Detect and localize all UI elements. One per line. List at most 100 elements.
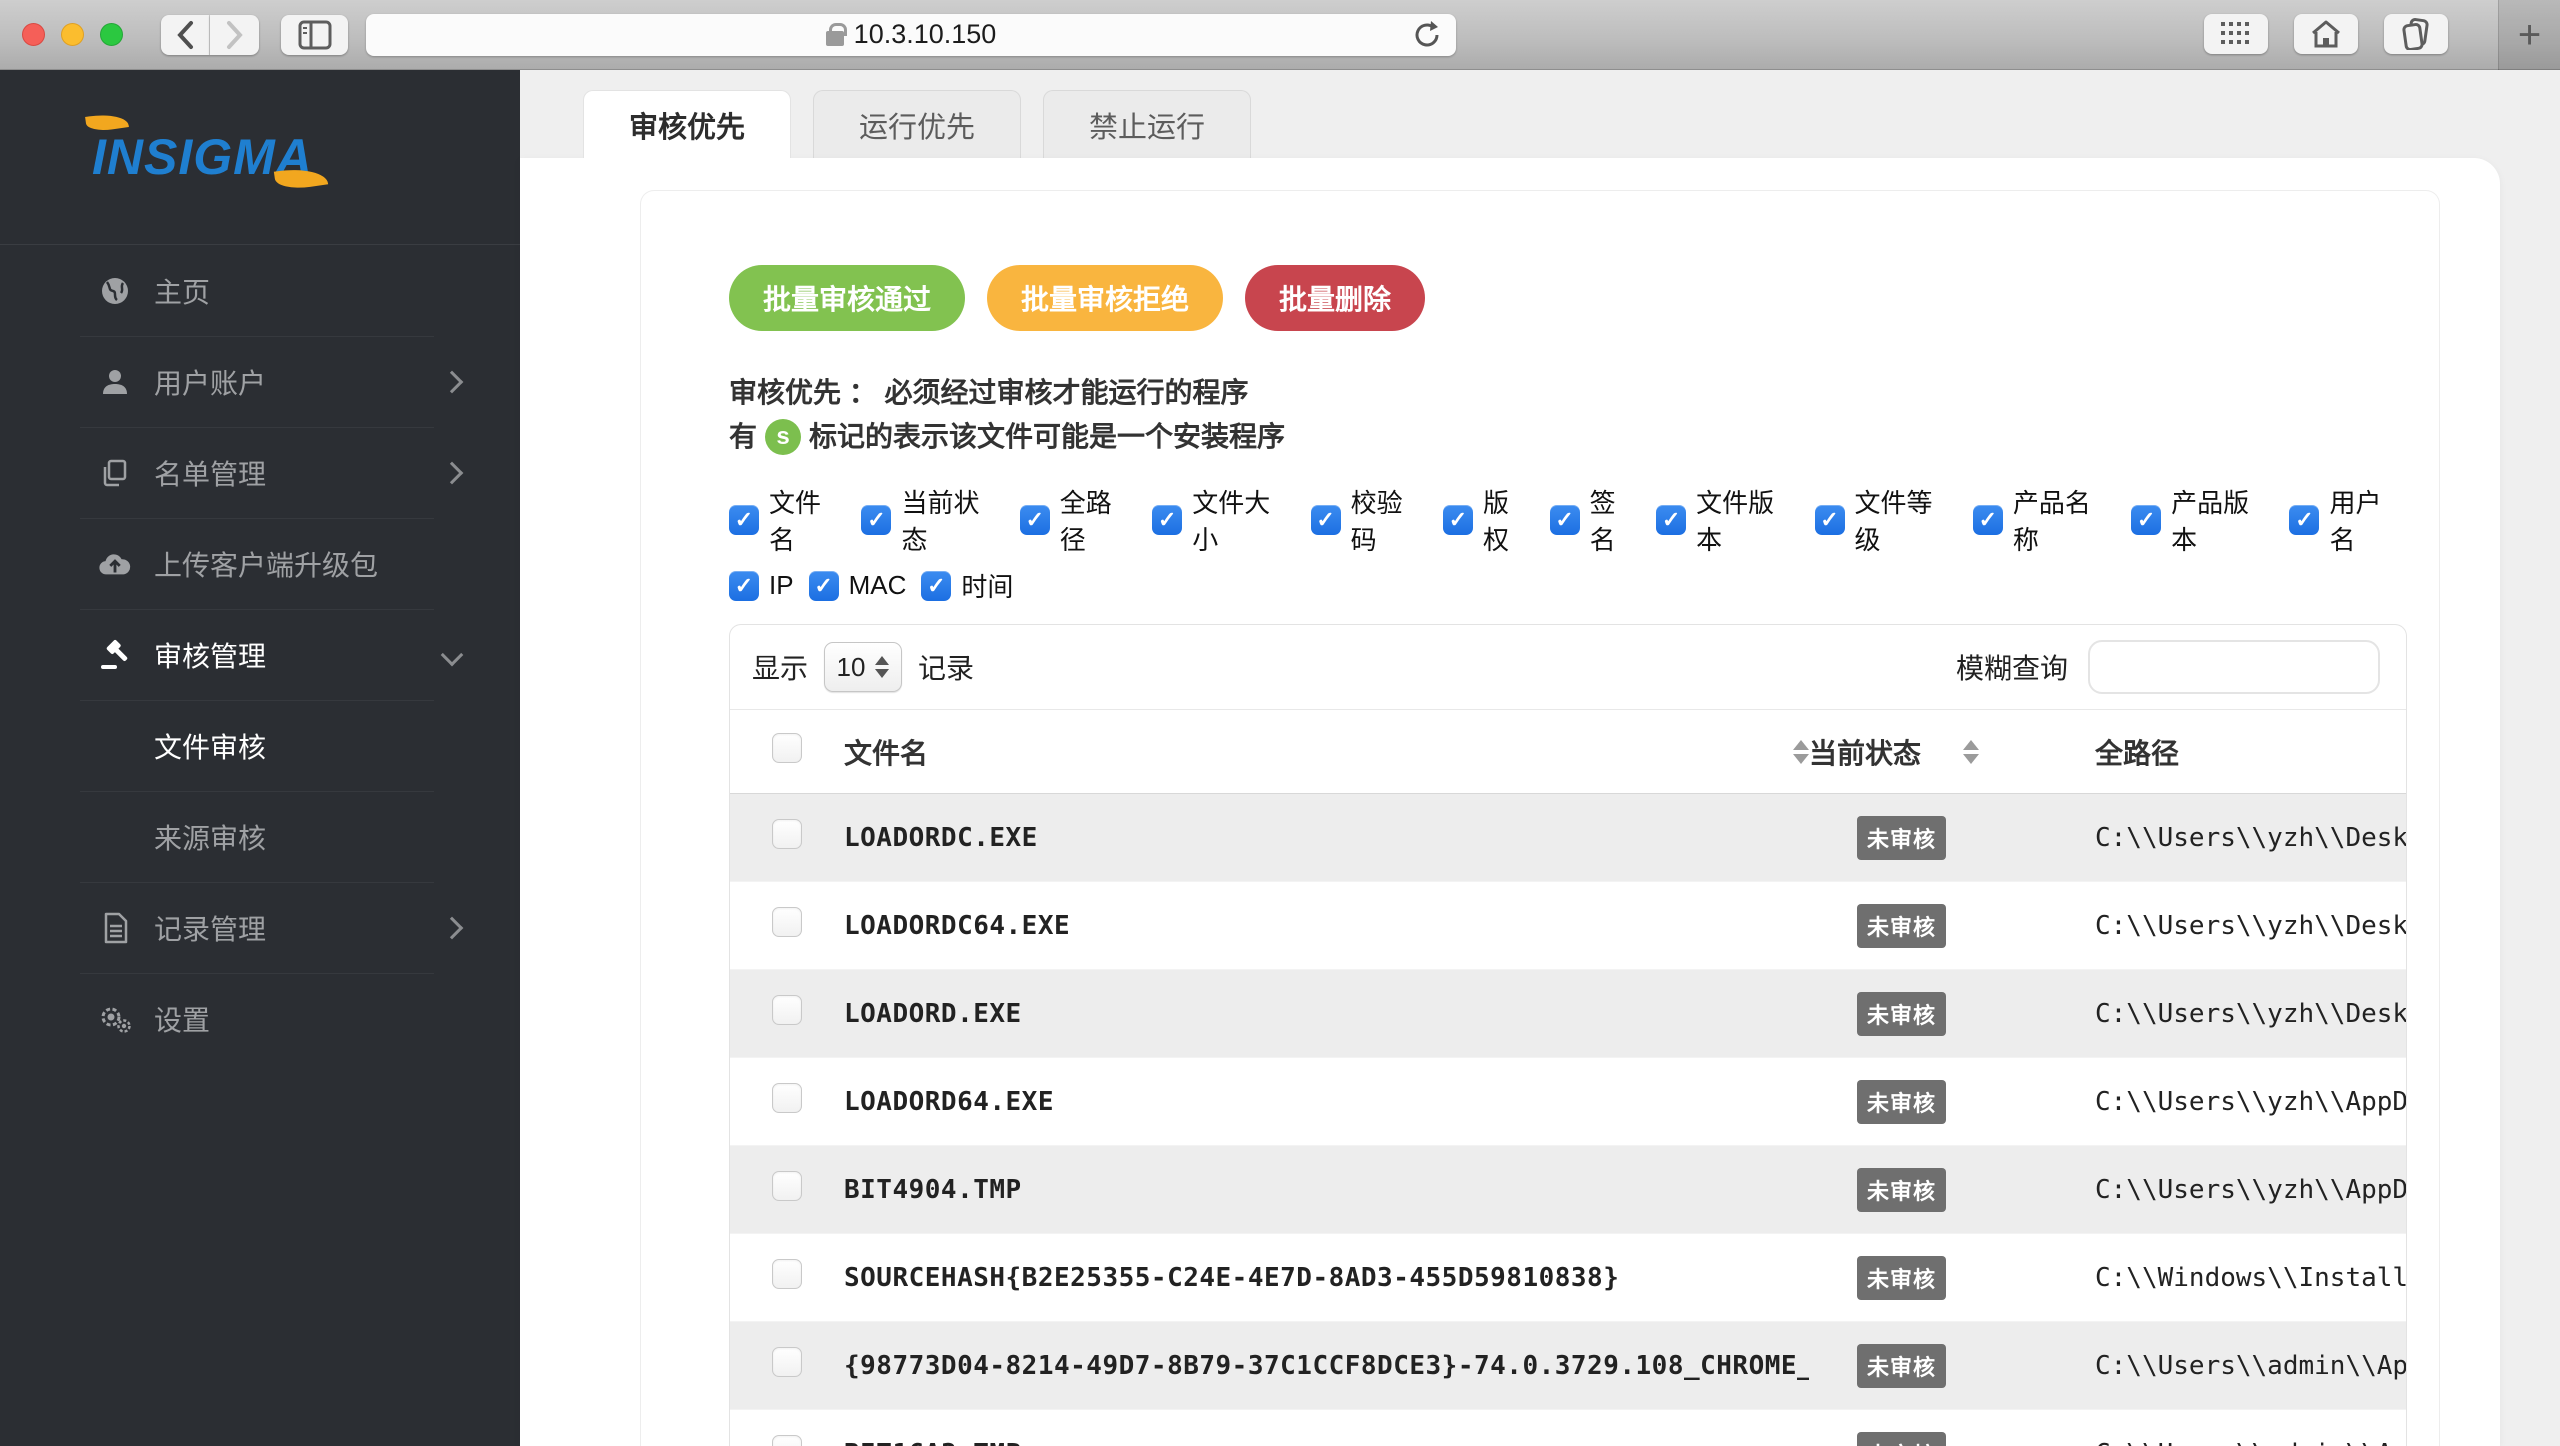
back-button[interactable] [161,15,210,55]
column-header-filename[interactable]: 文件名 [844,732,928,772]
checkbox-checked-icon[interactable]: ✓ [809,571,839,601]
file-path: C:\\Windows\\Installer\\SOURC [2071,1234,2406,1322]
sidebar-item-upload-client-package[interactable]: 上传客户端升级包 [0,518,520,609]
fuzzy-search-input[interactable] [2088,640,2380,694]
tab-label: 审核优先 [629,104,745,146]
url-text: 10.3.10.150 [854,19,997,50]
column-header-path[interactable]: 全路径 [2095,738,2179,769]
checkbox-checked-icon[interactable]: ✓ [1815,505,1845,535]
sidebar-item-file-audit[interactable]: 文件审核 [0,700,520,791]
checkbox-checked-icon[interactable]: ✓ [1152,505,1182,535]
sort-icon[interactable] [1793,740,1809,764]
select-all-checkbox[interactable] [772,733,802,763]
column-header-status[interactable]: 当前状态 [1809,732,1921,772]
url-field[interactable]: 10.3.10.150 [366,14,1456,56]
checkbox-checked-icon[interactable]: ✓ [1656,505,1686,535]
sidebar-item-source-audit[interactable]: 来源审核 [0,791,520,882]
sidebar-item-home[interactable]: 主页 [0,245,520,336]
row-checkbox[interactable] [772,1171,802,1201]
sidebar-item-user-accounts[interactable]: 用户账户 [0,336,520,427]
checkbox-checked-icon[interactable]: ✓ [921,571,951,601]
checkbox-checked-icon[interactable]: ✓ [729,571,759,601]
sidebar-item-label: 名单管理 [154,453,444,493]
sidebar-item-list-management[interactable]: 名单管理 [0,427,520,518]
filter-file-size[interactable]: ✓文件大小 [1152,483,1295,557]
filter-mac[interactable]: ✓MAC [809,570,907,601]
refresh-icon [1412,19,1442,51]
file-name: LOADORDC64.EXE [844,882,1809,970]
filter-username[interactable]: ✓用户名 [2289,483,2406,557]
zoom-button[interactable] [100,23,123,46]
table-row: BIT16A3.TMP 未审核 C:\\Users\\admin\\AppDat… [730,1410,2406,1446]
show-label: 显示 [752,647,808,687]
row-checkbox[interactable] [772,1083,802,1113]
filter-filename[interactable]: ✓文件名 [729,483,846,557]
filter-checksum[interactable]: ✓校验码 [1311,483,1428,557]
bulk-delete-button[interactable]: 批量删除 [1245,265,1425,331]
filter-time[interactable]: ✓时间 [921,567,1013,604]
checkbox-checked-icon[interactable]: ✓ [1550,505,1580,535]
sidebar-item-label: 文件审核 [154,726,460,766]
sidebar-item-label: 设置 [154,999,460,1039]
sort-icon[interactable] [1963,740,1979,764]
checkbox-checked-icon[interactable]: ✓ [1020,505,1050,535]
file-path: C:\\Users\\yzh\\Desktop\\Load [2071,970,2406,1058]
checkbox-checked-icon[interactable]: ✓ [1443,505,1473,535]
top-sites-button[interactable] [2204,14,2268,54]
tab-label: 禁止运行 [1089,104,1205,146]
cloud-upload-icon [98,547,132,581]
description-line2-suffix: 标记的表示该文件可能是一个安装程序 [809,417,1285,457]
chevron-right-icon [441,916,464,939]
installer-s-badge: s [765,419,801,455]
window-controls [22,23,123,46]
row-checkbox[interactable] [772,1259,802,1289]
row-checkbox[interactable] [772,1347,802,1377]
filter-ip[interactable]: ✓IP [729,570,794,601]
filter-product-name[interactable]: ✓产品名称 [1973,483,2116,557]
checkbox-checked-icon[interactable]: ✓ [2289,505,2319,535]
row-checkbox[interactable] [772,1435,802,1446]
checkbox-checked-icon[interactable]: ✓ [1311,505,1341,535]
checkbox-checked-icon[interactable]: ✓ [2131,505,2161,535]
checkbox-checked-icon[interactable]: ✓ [729,505,759,535]
filter-file-level[interactable]: ✓文件等级 [1815,483,1958,557]
checkbox-checked-icon[interactable]: ✓ [1973,505,2003,535]
status-badge: 未审核 [1857,816,1946,860]
sidebar-item-record-management[interactable]: 记录管理 [0,882,520,973]
tab-run-first[interactable]: 运行优先 [813,90,1021,158]
close-button[interactable] [22,23,45,46]
filter-product-version[interactable]: ✓产品版本 [2131,483,2274,557]
sidebar-toggle-button[interactable] [281,15,348,55]
file-name: LOADORD64.EXE [844,1058,1809,1146]
forward-button[interactable] [210,15,259,55]
filter-file-version[interactable]: ✓文件版本 [1656,483,1799,557]
tab-forbid-run[interactable]: 禁止运行 [1043,90,1251,158]
page-size-select[interactable]: 10 [824,642,902,692]
main-content: 审核优先 运行优先 禁止运行 批量审核通过 批量审核拒绝 批量删除 审核优先 ：… [520,70,2560,1446]
file-name: SOURCEHASH{B2E25355-C24E-4E7D-8AD3-455D5… [844,1234,1809,1322]
show-all-tabs-button[interactable] [2384,14,2448,54]
status-badge: 未审核 [1857,1168,1946,1212]
filter-current-status[interactable]: ✓当前状态 [861,483,1004,557]
bulk-approve-button[interactable]: 批量审核通过 [729,265,965,331]
checkbox-checked-icon[interactable]: ✓ [861,505,891,535]
refresh-button[interactable] [1412,19,1442,51]
sidebar-item-settings[interactable]: 设置 [0,973,520,1064]
row-checkbox[interactable] [772,995,802,1025]
tabs-overview-icon [2401,18,2431,50]
filter-signature[interactable]: ✓签名 [1550,483,1642,557]
row-checkbox[interactable] [772,819,802,849]
table-row: SOURCEHASH{B2E25355-C24E-4E7D-8AD3-455D5… [730,1234,2406,1322]
bulk-reject-button[interactable]: 批量审核拒绝 [987,265,1223,331]
sidebar-item-audit-management[interactable]: 审核管理 [0,609,520,700]
row-checkbox[interactable] [772,907,802,937]
filter-full-path[interactable]: ✓全路径 [1020,483,1137,557]
gears-icon [98,1002,132,1036]
filter-copyright[interactable]: ✓版权 [1443,483,1535,557]
home-button[interactable] [2294,14,2358,54]
sidebar-item-label: 来源审核 [154,817,460,857]
minimize-button[interactable] [61,23,84,46]
fuzzy-search: 模糊查询 [1956,640,2380,694]
new-tab-button[interactable]: + [2498,0,2560,70]
tab-audit-first[interactable]: 审核优先 [583,90,791,158]
